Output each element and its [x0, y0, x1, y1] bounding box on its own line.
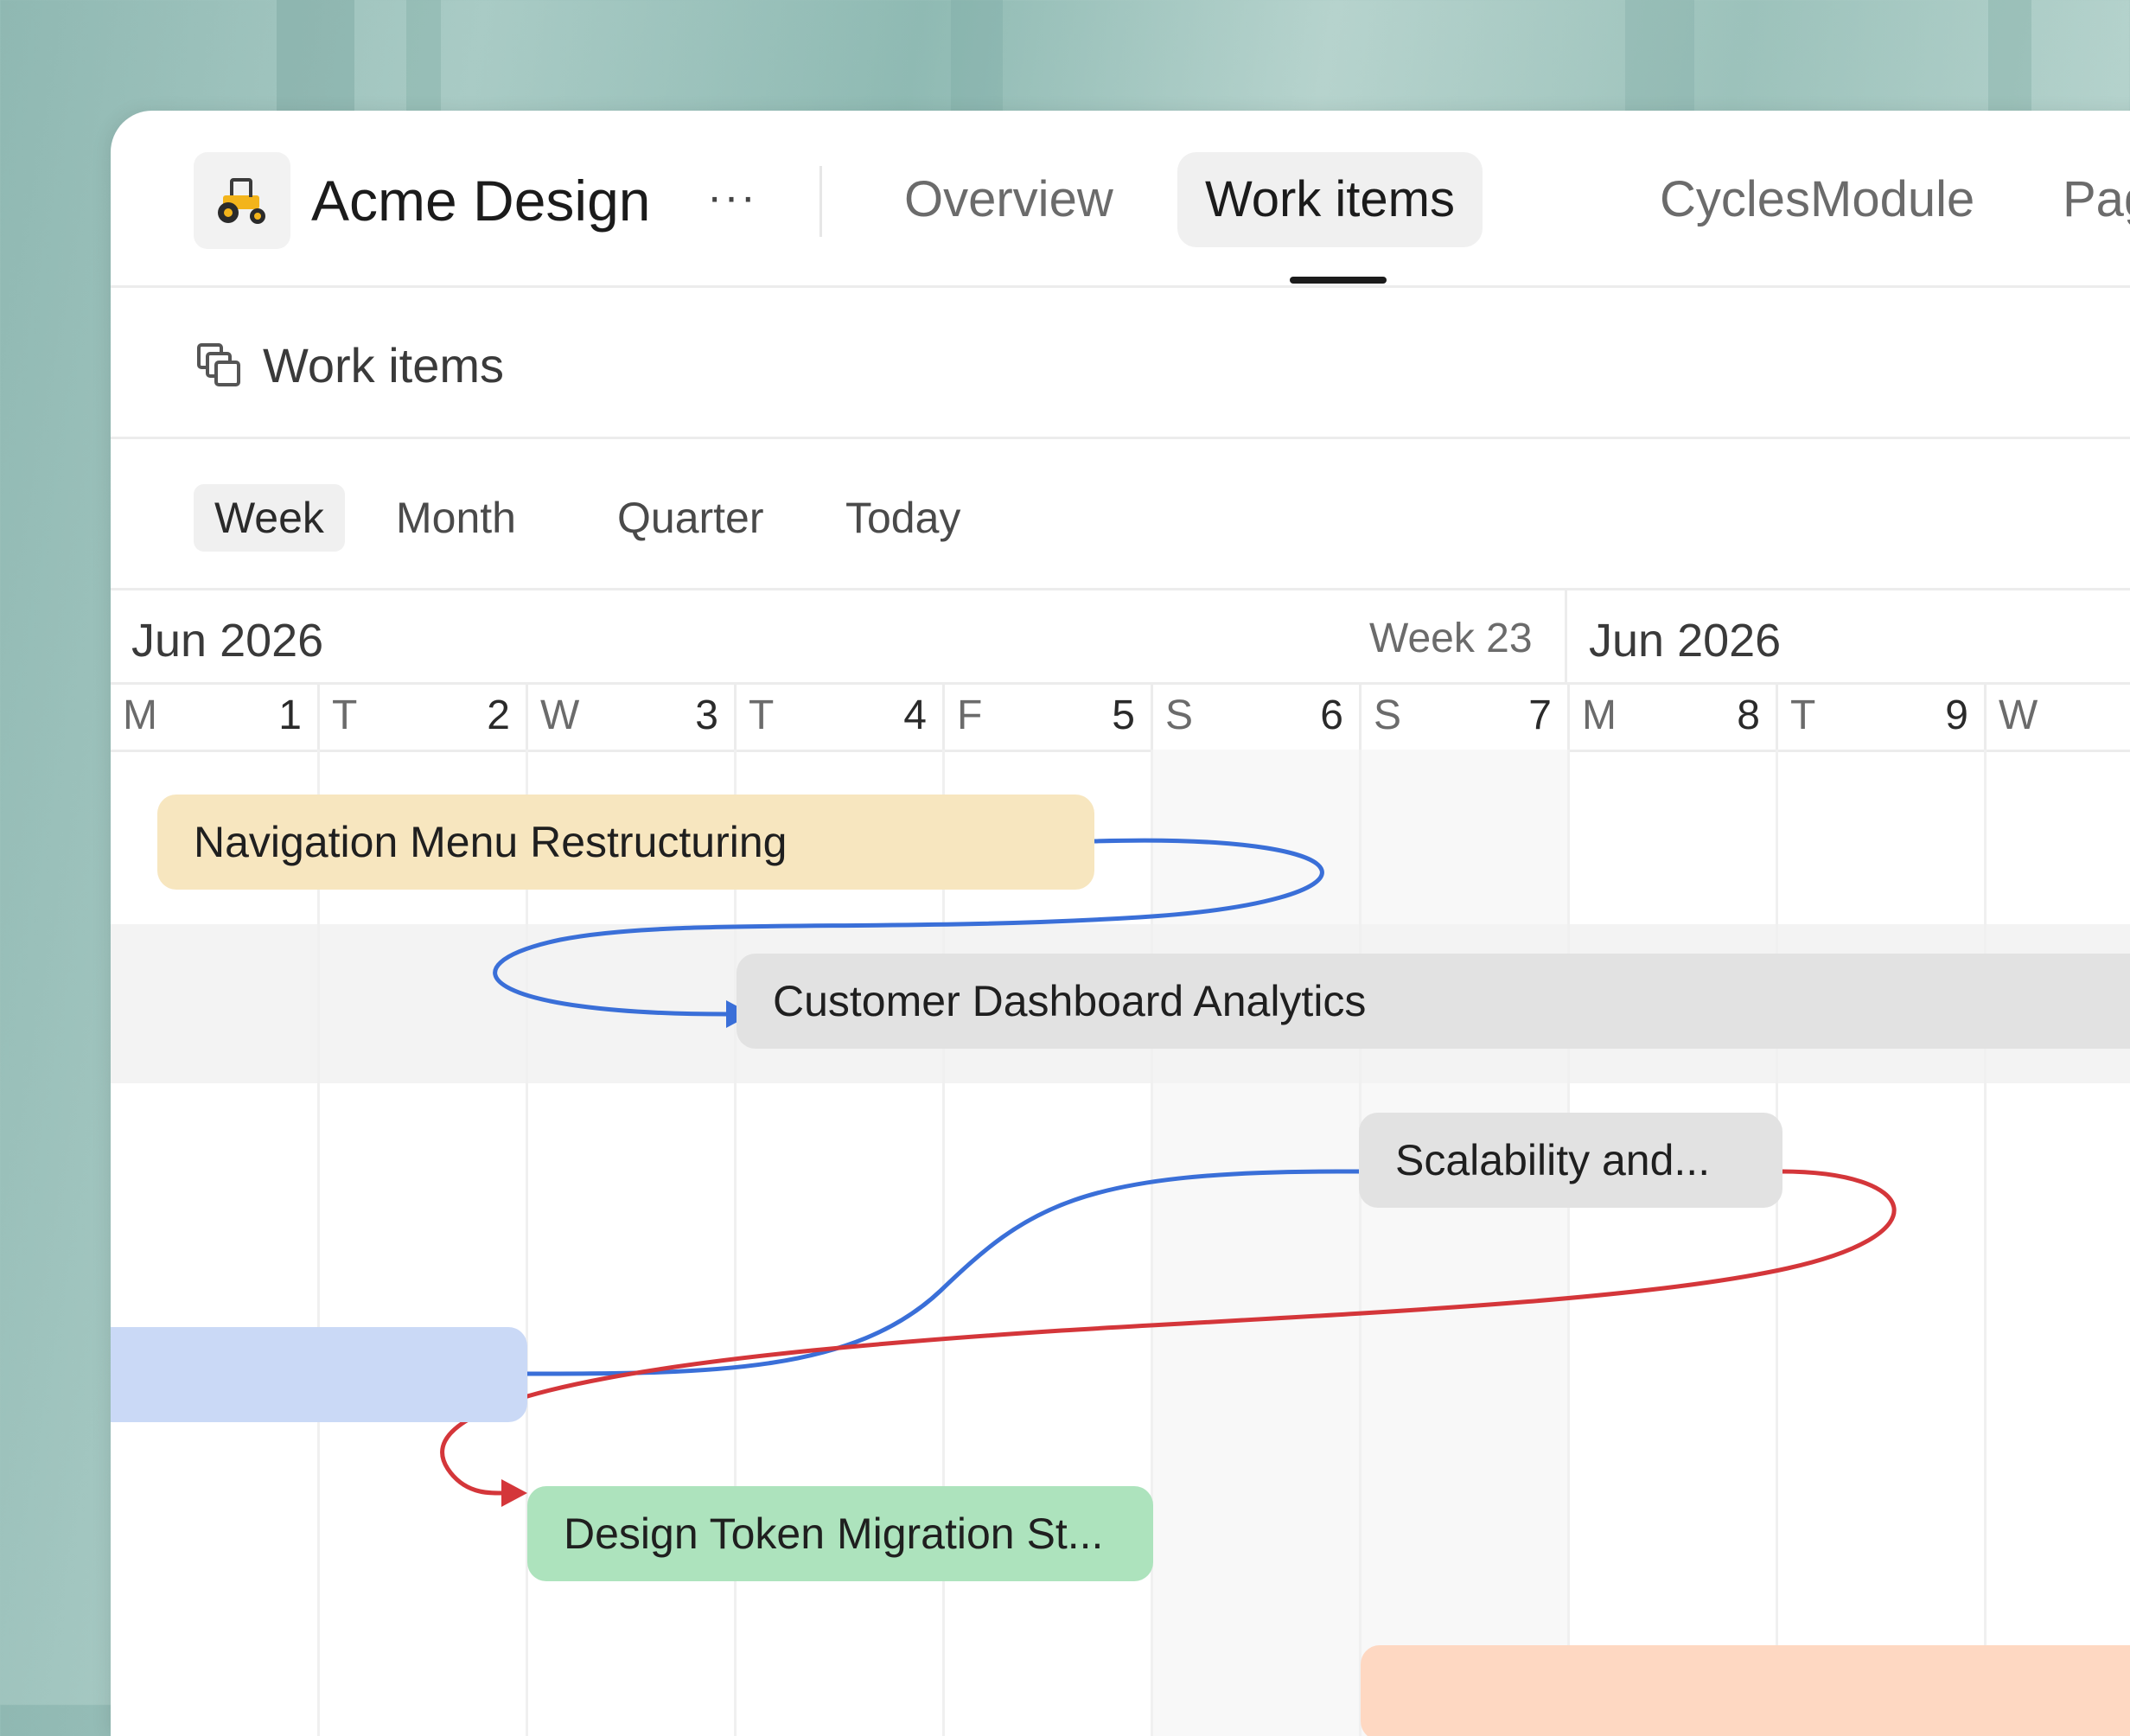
- tab-module[interactable]: Module: [1782, 152, 2002, 247]
- day-column-header: M 8: [1570, 682, 1778, 750]
- day-number: 8: [1737, 692, 1760, 738]
- weekday-letter: M: [123, 692, 157, 738]
- scale-today-button[interactable]: Today: [825, 484, 981, 552]
- day-number: 5: [1112, 692, 1135, 738]
- work-item-bar[interactable]: Navigation Menu Restructuring: [157, 795, 1094, 890]
- day-number: 9: [1945, 692, 1968, 738]
- day-header: M 1 T 2 W 3 T 4 F 5 S 6 S 7 M 8 T 9 W: [111, 682, 2130, 752]
- work-item-bar[interactable]: [1361, 1645, 2130, 1736]
- day-column-header: M 1: [111, 682, 320, 750]
- dependency-line: [440, 1169, 1897, 1496]
- gantt-grid: Navigation Menu Restructuring Customer D…: [111, 750, 2130, 1736]
- tab-overview[interactable]: Overview: [877, 152, 1141, 247]
- week-label: Week 23: [1369, 616, 1533, 661]
- work-item-bar[interactable]: [111, 1327, 527, 1422]
- breadcrumb-label[interactable]: Work items: [263, 333, 504, 399]
- breadcrumb: Work items: [111, 288, 2130, 439]
- weekday-letter: M: [1582, 692, 1617, 738]
- month-header: Jun 2026 Week 23 Jun 2026: [111, 590, 2130, 685]
- weekday-letter: F: [957, 692, 983, 738]
- project-name[interactable]: Acme Design: [311, 166, 651, 235]
- timeline-scale-switcher: Week Month Quarter Today: [111, 439, 2130, 590]
- work-item-bar[interactable]: Scalability and...: [1359, 1113, 1782, 1208]
- work-item-bar[interactable]: Customer Dashboard Analytics: [737, 954, 2130, 1049]
- gantt-timeline: Jun 2026 Week 23 Jun 2026 M 1 T 2 W 3 T …: [111, 590, 2130, 1736]
- day-number: 2: [487, 692, 510, 738]
- weekday-letter: S: [1165, 692, 1194, 738]
- weekday-letter: W: [540, 692, 580, 738]
- app-window: Acme Design ··· Overview Work items Cycl…: [111, 111, 2130, 1736]
- work-item-bar[interactable]: Design Token Migration St...: [527, 1486, 1153, 1581]
- month-label: Jun 2026: [131, 615, 324, 667]
- dependency-lines: [440, 838, 1897, 1507]
- more-options-icon[interactable]: ···: [707, 163, 757, 232]
- day-column-header: S 7: [1362, 682, 1570, 750]
- day-number: 6: [1320, 692, 1343, 738]
- day-number: 3: [695, 692, 718, 738]
- tractor-icon: [218, 178, 265, 224]
- weekday-letter: T: [749, 692, 775, 738]
- layers-icon: [197, 343, 240, 386]
- day-number: 1: [278, 692, 302, 738]
- project-icon[interactable]: [194, 152, 290, 249]
- dependency-line: [526, 1169, 1359, 1376]
- scale-quarter-button[interactable]: Quarter: [596, 484, 785, 552]
- tab-pages[interactable]: Pag: [2035, 152, 2130, 247]
- scale-month-button[interactable]: Month: [375, 484, 537, 552]
- scale-week-button[interactable]: Week: [194, 484, 345, 552]
- day-column-header: T 2: [320, 682, 528, 750]
- header-divider: [819, 166, 822, 237]
- tab-work-items[interactable]: Work items: [1177, 152, 1483, 247]
- day-number: 4: [903, 692, 927, 738]
- weekday-letter: W: [1999, 692, 2038, 738]
- weekday-letter: S: [1374, 692, 1402, 738]
- month-label: Jun 2026: [1589, 615, 1782, 667]
- active-tab-indicator: [1290, 277, 1387, 284]
- weekday-letter: T: [1790, 692, 1816, 738]
- weekday-letter: T: [332, 692, 358, 738]
- week-separator: [1565, 590, 1567, 682]
- dependency-arrow: [501, 1479, 527, 1507]
- day-column-header: T 4: [737, 682, 945, 750]
- project-header: Acme Design ··· Overview Work items Cycl…: [111, 111, 2130, 288]
- day-column-header: W 1: [1987, 682, 2130, 750]
- day-column-header: F 5: [945, 682, 1153, 750]
- day-column-header: S 6: [1153, 682, 1362, 750]
- day-number: 7: [1528, 692, 1552, 738]
- day-column-header: W 3: [528, 682, 737, 750]
- day-column-header: T 9: [1778, 682, 1987, 750]
